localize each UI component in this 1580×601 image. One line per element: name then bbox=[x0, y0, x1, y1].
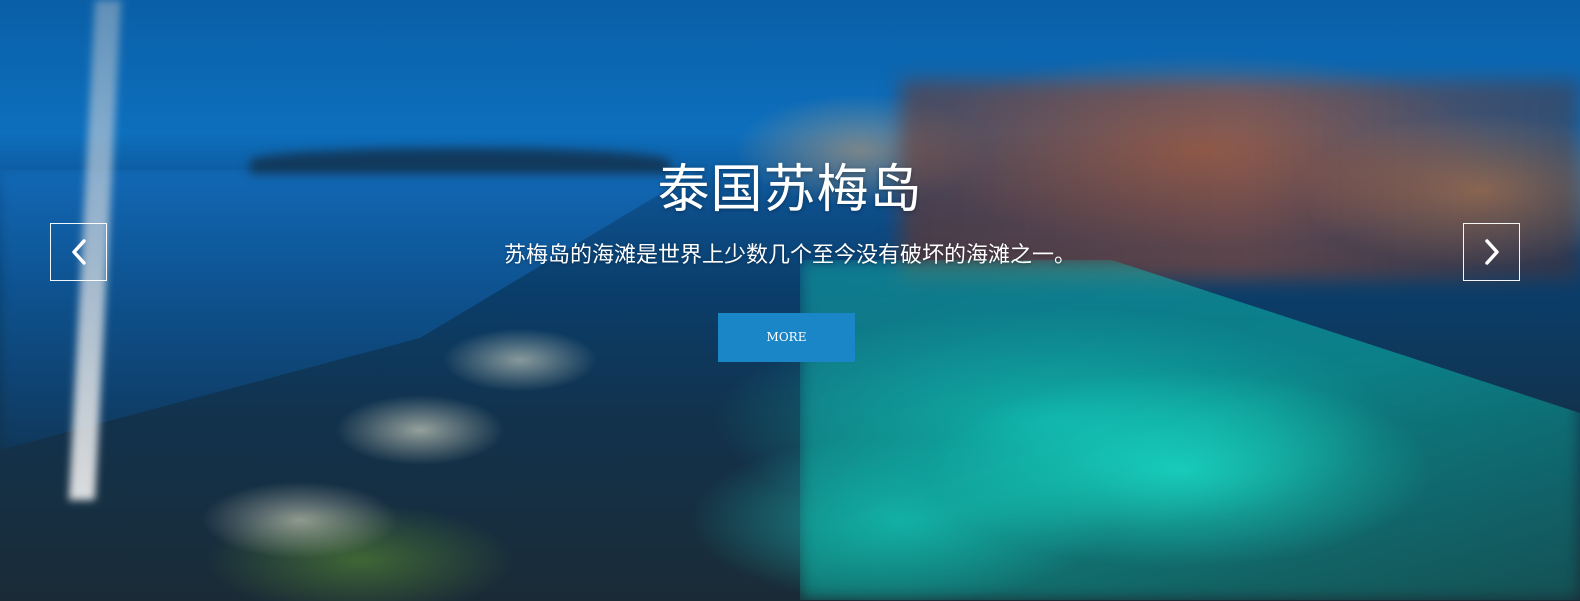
slide-title: 泰国苏梅岛 bbox=[657, 160, 923, 220]
hero-carousel: 泰国苏梅岛 苏梅岛的海滩是世界上少数几个至今没有破坏的海滩之一。 MORE bbox=[0, 0, 1580, 601]
slide-subtitle: 苏梅岛的海滩是世界上少数几个至今没有破坏的海滩之一。 bbox=[503, 243, 1076, 268]
carousel-prev-button[interactable] bbox=[50, 223, 107, 281]
chevron-left-icon bbox=[69, 237, 89, 267]
more-button[interactable]: MORE bbox=[718, 313, 855, 362]
carousel-next-button[interactable] bbox=[1463, 223, 1520, 281]
chevron-right-icon bbox=[1482, 237, 1502, 267]
slide-caption: 泰国苏梅岛 苏梅岛的海滩是世界上少数几个至今没有破坏的海滩之一。 MORE bbox=[0, 0, 1580, 601]
